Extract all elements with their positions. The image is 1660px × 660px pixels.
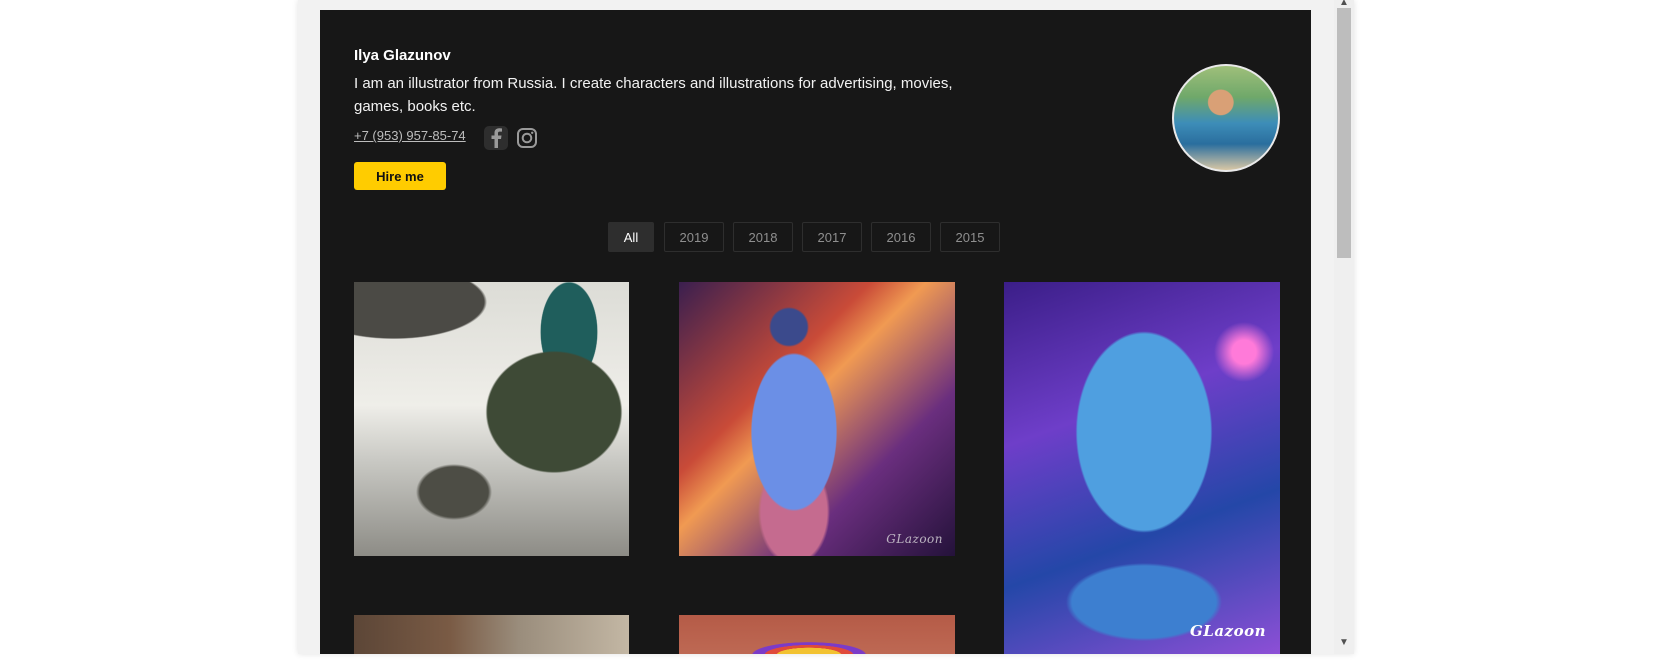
gallery-item-rings[interactable] bbox=[679, 615, 955, 654]
tab-2016[interactable]: 2016 bbox=[871, 222, 931, 252]
watermark-logo: GLazoon bbox=[886, 532, 943, 546]
tab-2018[interactable]: 2018 bbox=[733, 222, 793, 252]
artist-name: Ilya Glazunov bbox=[354, 47, 451, 64]
facebook-icon[interactable] bbox=[484, 126, 508, 150]
scroll-up-icon[interactable]: ▲ bbox=[1334, 0, 1354, 8]
tab-all[interactable]: All bbox=[608, 222, 654, 252]
tab-2015[interactable]: 2015 bbox=[940, 222, 1000, 252]
gallery-item-forest[interactable] bbox=[354, 615, 629, 654]
artist-bio: I am an illustrator from Russia. I creat… bbox=[354, 75, 953, 115]
instagram-icon[interactable] bbox=[515, 126, 539, 150]
gallery-item-creature[interactable] bbox=[354, 282, 629, 556]
tab-2017[interactable]: 2017 bbox=[802, 222, 862, 252]
phone-link[interactable]: +7 (953) 957-85-74 bbox=[354, 128, 466, 143]
gallery-item-genie[interactable]: GLazoon bbox=[679, 282, 955, 556]
scrollbar[interactable]: ▲ ▼ bbox=[1334, 0, 1354, 654]
tab-2019[interactable]: 2019 bbox=[664, 222, 724, 252]
watermark-logo: GLazoon bbox=[1189, 622, 1266, 640]
hire-me-button[interactable]: Hire me bbox=[354, 162, 446, 190]
portfolio-panel: Ilya Glazunov I am an illustrator from R… bbox=[320, 10, 1311, 654]
gallery-item-alien[interactable]: GLazoon bbox=[1004, 282, 1280, 654]
scroll-down-icon[interactable]: ▼ bbox=[1334, 638, 1354, 648]
avatar bbox=[1172, 64, 1280, 172]
scroll-thumb[interactable] bbox=[1337, 8, 1351, 258]
